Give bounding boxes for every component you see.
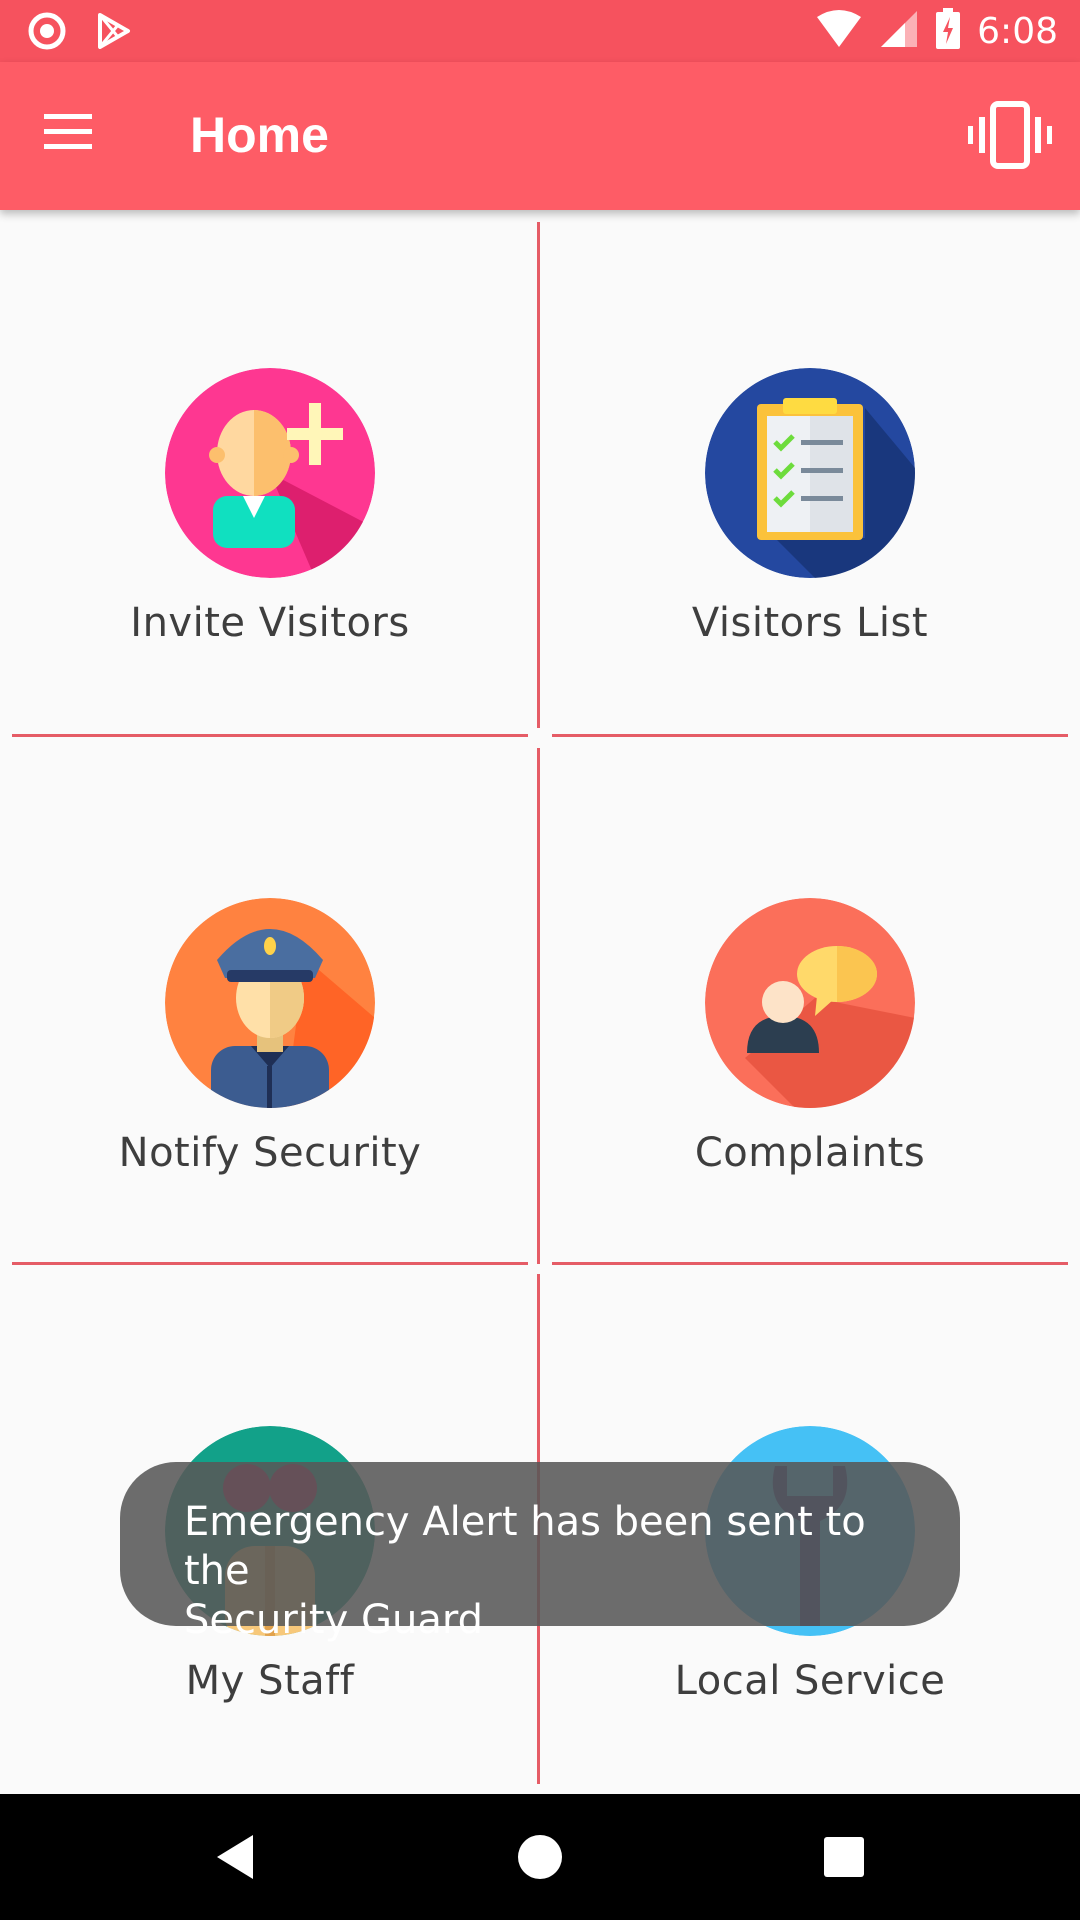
invite-visitor-icon <box>165 368 375 578</box>
clipboard-checklist-icon <box>705 368 915 578</box>
toast-message: Emergency Alert has been sent to the Sec… <box>120 1462 960 1643</box>
battery-charging-icon <box>935 8 961 55</box>
vibrate-icon[interactable] <box>966 100 1054 172</box>
wifi-icon <box>815 9 863 54</box>
back-icon[interactable] <box>205 1827 265 1887</box>
page-title: Home <box>190 107 329 163</box>
signal-icon <box>879 9 919 54</box>
app-bar: Home <box>0 62 1080 210</box>
tile-label: My Staff <box>185 1658 355 1704</box>
tile-complaints[interactable]: Complaints <box>540 738 1080 1266</box>
recents-icon[interactable] <box>814 1827 874 1887</box>
tile-label: Visitors List <box>691 600 929 646</box>
tile-label: Invite Visitors <box>130 600 410 646</box>
navigation-bar <box>0 1794 1080 1920</box>
play-store-icon <box>96 13 132 54</box>
hamburger-menu-icon[interactable] <box>40 108 104 164</box>
toast-line-2: Security Guard <box>184 1597 483 1643</box>
status-bar: 6:08 <box>0 0 1080 62</box>
toast-line-1: Emergency Alert has been sent to the <box>184 1499 866 1594</box>
record-icon <box>28 12 66 55</box>
home-icon[interactable] <box>510 1827 570 1887</box>
security-guard-icon <box>165 898 375 1108</box>
tile-invite-visitors[interactable]: Invite Visitors <box>0 210 540 738</box>
tile-notify-security[interactable]: Notify Security <box>0 738 540 1266</box>
tile-label: Complaints <box>694 1130 926 1176</box>
status-time: 6:08 <box>977 11 1058 52</box>
tile-visitors-list[interactable]: Visitors List <box>540 210 1080 738</box>
tile-label: Notify Security <box>118 1130 422 1176</box>
tile-label: Local Service <box>674 1658 946 1704</box>
complaint-chat-icon <box>705 898 915 1108</box>
